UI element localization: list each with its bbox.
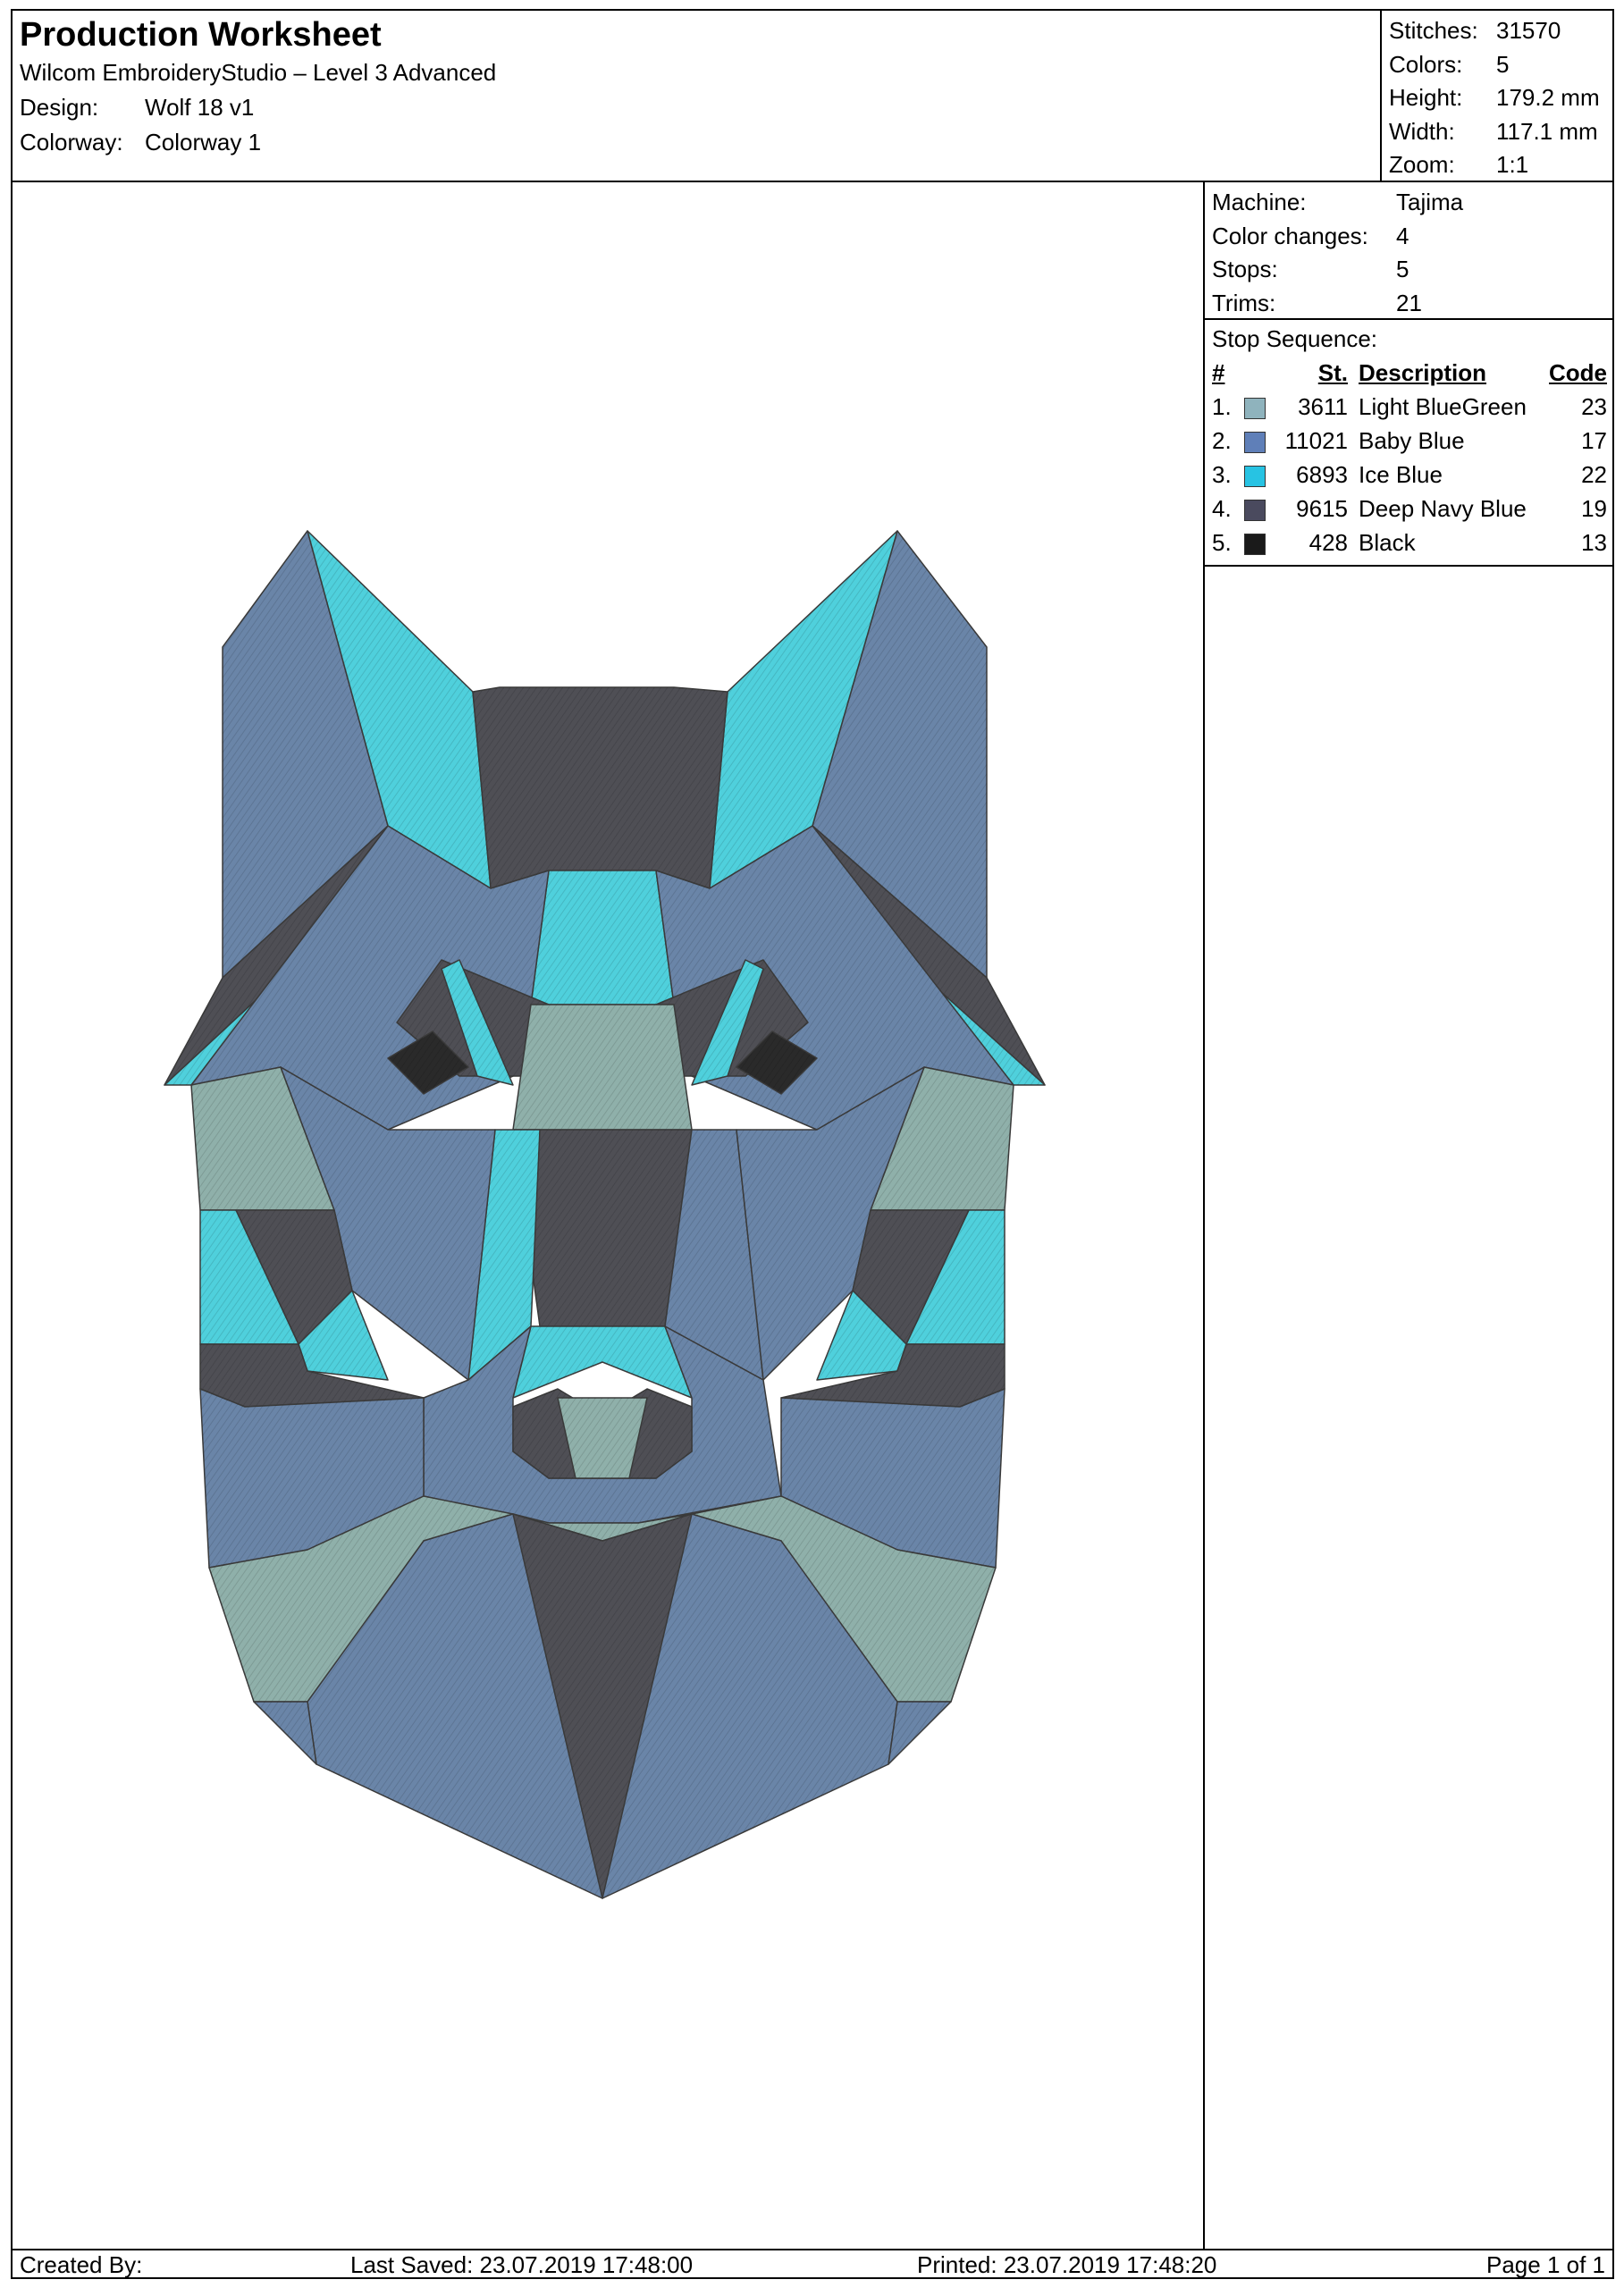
stitch-texture: [888, 1702, 951, 1764]
col-header-code: Code: [1549, 359, 1607, 386]
row-description: Ice Blue: [1359, 461, 1443, 488]
stop-sequence-table: # St. Description Code 1. 3611 Light Blu…: [1205, 356, 1612, 559]
wolf-embroidery-image: [164, 530, 1046, 1899]
zoom-value: 1:1: [1496, 151, 1529, 178]
stitches-value: 31570: [1496, 17, 1561, 44]
stop-sequence-title: Stop Sequence:: [1212, 325, 1378, 352]
height-label: Height:: [1389, 84, 1463, 111]
machine-info: Machine: Tajima Color changes: 4 Stops: 5 T…: [1205, 182, 1612, 320]
height-row: Height: 179.2 mm: [1389, 81, 1612, 115]
color-swatch: [1244, 466, 1266, 488]
colorway-value: Colorway 1: [145, 129, 262, 156]
header-info: Production Worksheet Wilcom EmbroiderySt…: [20, 14, 496, 160]
row-code: 22: [1581, 461, 1607, 488]
worksheet-header: Production Worksheet Wilcom EmbroiderySt…: [13, 11, 1612, 182]
row-code: 13: [1581, 529, 1607, 556]
created-by: Created By:: [20, 2251, 143, 2278]
colors-label: Colors:: [1389, 50, 1463, 78]
software-name: Wilcom EmbroideryStudio – Level 3 Advanc…: [20, 59, 497, 86]
trims-label: Trims:: [1212, 289, 1276, 316]
row-code: 23: [1581, 393, 1607, 420]
design-preview: [13, 182, 1205, 2249]
color-swatch: [1244, 500, 1266, 522]
trims-value: 21: [1396, 289, 1422, 316]
width-label: Width:: [1389, 117, 1455, 145]
col-header-stitches: St.: [1317, 359, 1348, 386]
worksheet-footer: Created By: Last Saved: 23.07.2019 17:48…: [13, 2249, 1612, 2278]
stops-row: Stops: 5: [1212, 253, 1612, 287]
stitches-row: Stitches: 31570: [1389, 14, 1612, 48]
wolf-head-art: [164, 530, 1046, 1899]
zoom-row: Zoom: 1:1: [1389, 148, 1612, 182]
row-description: Deep Navy Blue: [1359, 495, 1527, 522]
colors-row: Colors: 5: [1389, 48, 1612, 82]
color-swatch: [1244, 534, 1266, 556]
zoom-label: Zoom:: [1389, 151, 1455, 178]
col-header-swatch: [1241, 356, 1276, 390]
table-row: 5. 428 Black 13: [1205, 526, 1612, 559]
design-row: Design: Wolf 18 v1: [20, 90, 496, 125]
stops-value: 5: [1396, 256, 1409, 282]
worksheet-page: Production Worksheet Wilcom EmbroiderySt…: [11, 9, 1614, 2279]
color-swatch: [1244, 432, 1266, 454]
color-changes-label: Color changes:: [1212, 222, 1368, 249]
colors-value: 5: [1496, 50, 1510, 78]
last-saved: Last Saved: 23.07.2019 17:48:00: [350, 2251, 694, 2278]
row-code: 17: [1581, 427, 1607, 454]
row-number: 2.: [1212, 427, 1232, 454]
stitch-texture: [473, 687, 728, 888]
stitch-texture: [513, 1005, 692, 1130]
design-label: Design:: [20, 94, 99, 121]
color-changes-value: 4: [1396, 222, 1409, 249]
stop-sequence: Stop Sequence: # St. Description Code 1.: [1205, 320, 1612, 567]
stitch-texture: [254, 1702, 316, 1764]
row-number: 1.: [1212, 393, 1232, 420]
row-stitches: 9615: [1296, 495, 1348, 522]
row-number: 4.: [1212, 495, 1232, 522]
trims-row: Trims: 21: [1212, 287, 1612, 321]
row-code: 19: [1581, 495, 1607, 522]
row-description: Light BlueGreen: [1359, 393, 1527, 420]
colorway-label: Colorway:: [20, 129, 123, 156]
worksheet-sidebar: Machine: Tajima Color changes: 4 Stops: 5 T…: [1205, 182, 1612, 567]
col-header-number: #: [1212, 359, 1225, 386]
table-header-row: # St. Description Code: [1205, 356, 1612, 390]
design-stats: Stitches: 31570 Colors: 5 Height: 179.2 mm …: [1380, 11, 1612, 181]
stops-label: Stops:: [1212, 256, 1278, 282]
row-description: Baby Blue: [1359, 427, 1465, 454]
page-title: Production Worksheet: [20, 16, 382, 54]
width-row: Width: 117.1 mm: [1389, 115, 1612, 149]
stitches-label: Stitches:: [1389, 17, 1478, 44]
table-row: 3. 6893 Ice Blue 22: [1205, 458, 1612, 492]
col-header-description: Description: [1359, 359, 1487, 386]
colorway-row: Colorway: Colorway 1: [20, 125, 496, 160]
stitch-texture: [513, 1326, 692, 1398]
row-stitches: 6893: [1296, 461, 1348, 488]
row-stitches: 428: [1308, 529, 1348, 556]
table-row: 4. 9615 Deep Navy Blue 19: [1205, 492, 1612, 526]
stitch-texture: [513, 1130, 692, 1326]
machine-label: Machine:: [1212, 189, 1307, 215]
machine-value: Tajima: [1396, 189, 1464, 215]
printed-date: Printed: 23.07.2019 17:48:20: [917, 2251, 1217, 2278]
stitch-texture: [531, 871, 674, 1005]
height-value: 179.2 mm: [1496, 84, 1600, 111]
row-stitches: 3611: [1298, 393, 1348, 420]
table-row: 1. 3611 Light BlueGreen 23: [1205, 390, 1612, 424]
page-number: Page 1 of 1: [1486, 2251, 1605, 2278]
row-number: 5.: [1212, 529, 1232, 556]
width-value: 117.1 mm: [1496, 117, 1598, 145]
design-value: Wolf 18 v1: [145, 94, 255, 121]
machine-row: Machine: Tajima: [1212, 186, 1612, 220]
row-number: 3.: [1212, 461, 1232, 488]
color-swatch: [1244, 398, 1266, 420]
row-stitches: 11021: [1284, 427, 1348, 454]
table-row: 2. 11021 Baby Blue 17: [1205, 424, 1612, 458]
color-changes-row: Color changes: 4: [1212, 220, 1612, 254]
row-description: Black: [1359, 529, 1416, 556]
